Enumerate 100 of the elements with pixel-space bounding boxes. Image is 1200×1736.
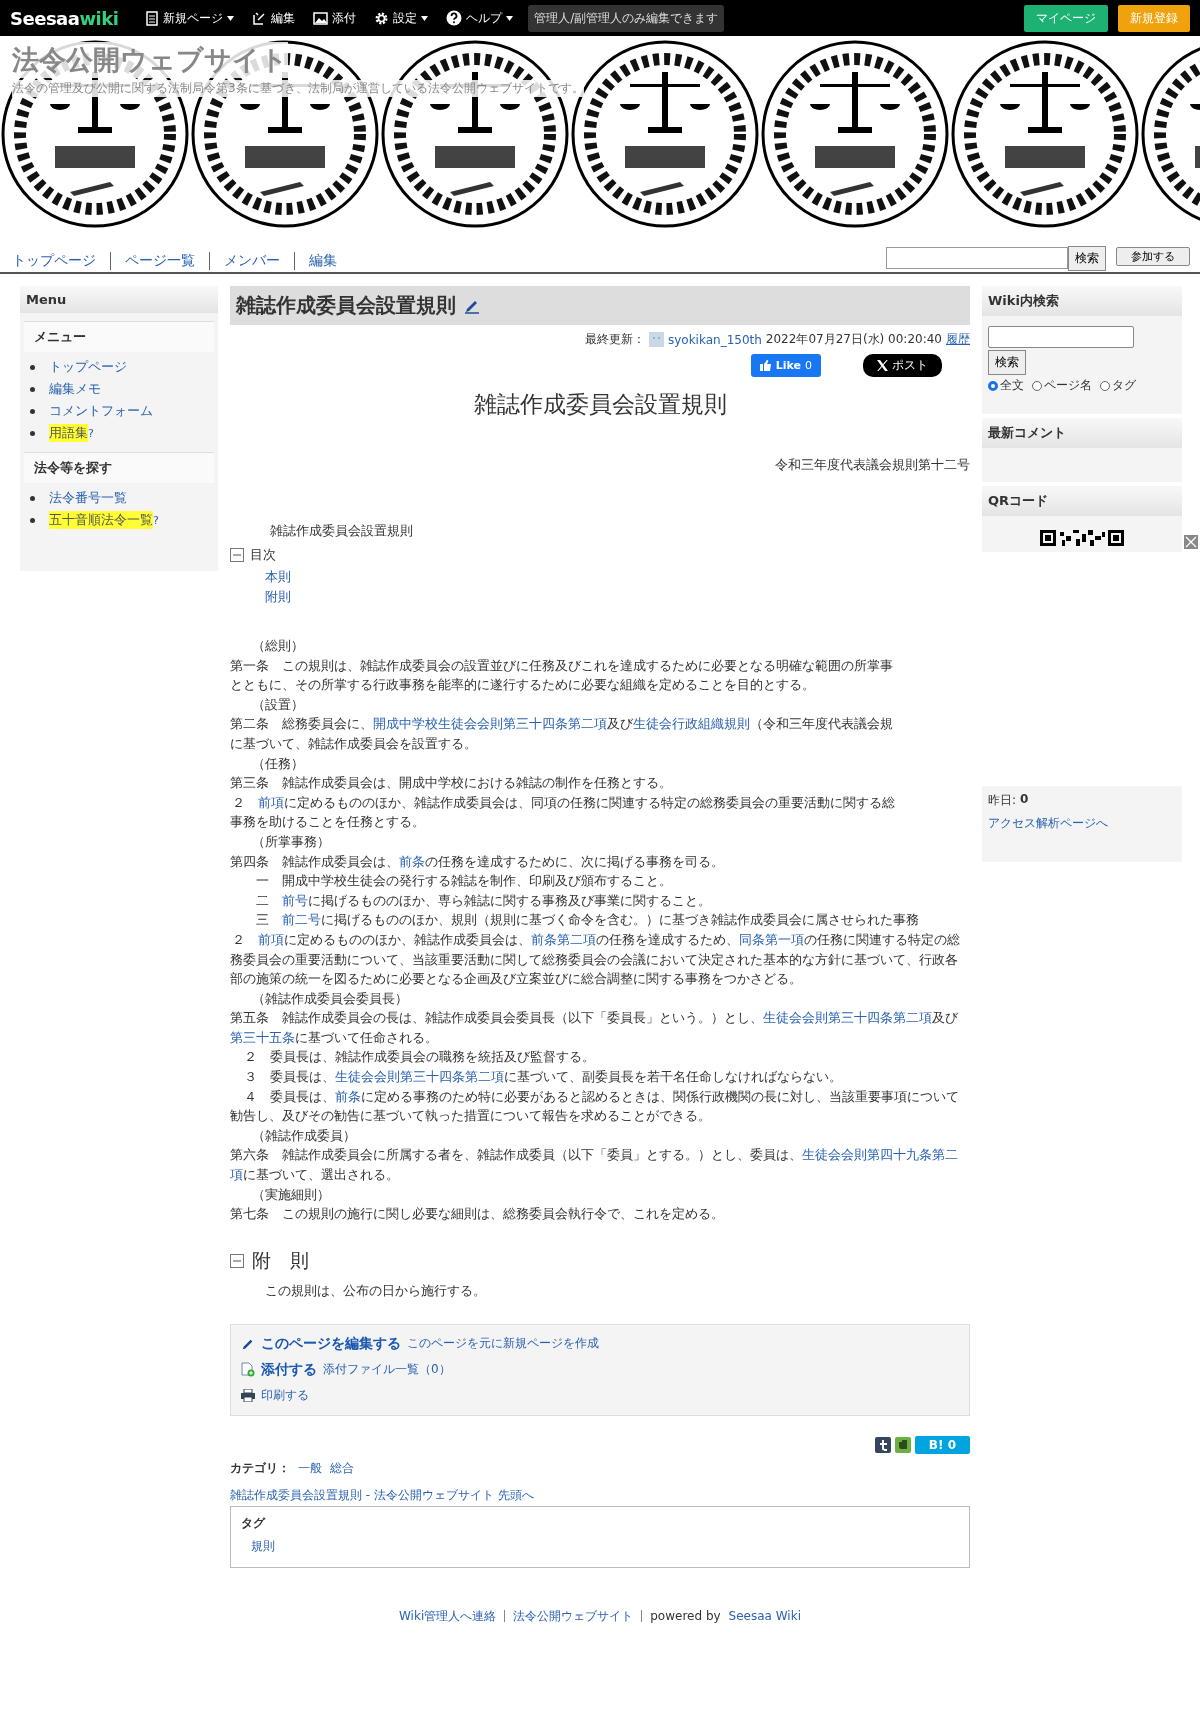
- author-link[interactable]: syokikan_150th: [667, 332, 762, 347]
- collapse-toggle[interactable]: [230, 548, 244, 562]
- law-reference-link[interactable]: 生徒会会則第三十四条第二項: [335, 1069, 504, 1085]
- radio-option[interactable]: 全文: [988, 377, 1024, 394]
- updated-date: 2022年07月27日(水) 00:20:40: [765, 331, 942, 348]
- search-button[interactable]: 検索: [988, 350, 1026, 375]
- tag-heading: タグ: [241, 1514, 267, 1532]
- bullet-icon: [30, 517, 35, 523]
- edit-icon: [252, 10, 268, 26]
- law-text-line: （雑誌作成委員）: [251, 1126, 357, 1145]
- footer-link[interactable]: Seesaa Wiki: [728, 1609, 801, 1624]
- nav-link[interactable]: メンバー: [209, 252, 294, 270]
- seesaa-wiki-logo[interactable]: Seesaawiki: [10, 7, 119, 29]
- attach-link[interactable]: 添付する: [261, 1360, 317, 1379]
- panel-title: 最新コメント: [982, 418, 1182, 448]
- document-icon: [145, 10, 160, 26]
- stat-label: 昨日:: [988, 792, 1017, 809]
- law-reference-link[interactable]: 前号: [282, 892, 308, 908]
- law-reference-link[interactable]: 同条第一項: [739, 931, 804, 947]
- missing-page-label: 用語集: [49, 424, 88, 442]
- law-reference-link[interactable]: 生徒会行政組織規則: [633, 716, 750, 732]
- help-icon: [446, 10, 463, 26]
- category-link[interactable]: 総合: [330, 1459, 354, 1477]
- category-link[interactable]: 一般: [298, 1459, 322, 1477]
- bullet-icon: [30, 364, 35, 370]
- toolbar-menu[interactable]: ヘルプ: [439, 9, 521, 27]
- panel-title: QRコード: [982, 486, 1182, 516]
- like-button[interactable]: Like 0: [750, 354, 821, 377]
- law-reference-link[interactable]: 前条: [399, 853, 425, 869]
- menu-link[interactable]: コメントフォーム: [49, 402, 153, 420]
- law-reference-link[interactable]: 前項: [258, 931, 284, 947]
- law-reference-link[interactable]: 前条第二項: [531, 931, 596, 947]
- provision-text: この規則は、公布の日から施行する。: [265, 1281, 487, 1300]
- create-page-link[interactable]: ?: [88, 426, 94, 440]
- nav-link[interactable]: トップページ: [10, 252, 110, 270]
- print-link[interactable]: 印刷する: [261, 1387, 309, 1405]
- search-field[interactable]: [886, 247, 1068, 269]
- attachment-list-link[interactable]: 添付ファイル一覧（0）: [323, 1361, 451, 1379]
- law-text-line: 部の施策の統一を図るために必要となる企画及び立案並びに総合調整に関する事務をつかさどる。: [230, 970, 803, 989]
- bullet-icon: [30, 495, 35, 501]
- law-text-line: ２ 前項に定めるもののほか、雑誌作成委員会は、前条第二項の任務を達成するため、同条第一項の任務に関連する特定の総: [231, 930, 961, 949]
- toc-link[interactable]: 本則: [265, 568, 970, 586]
- law-text-line: 第七条 この規則の施行に関し必要な細則は、総務委員会執行令で、これを定める。: [230, 1205, 725, 1224]
- nav-link[interactable]: ページ一覧: [110, 252, 209, 270]
- law-text-line: 第四条 雑誌作成委員会は、前条の任務を達成するために、次に掲げる事務を司る。: [230, 852, 725, 871]
- radio-option[interactable]: タグ: [1100, 377, 1136, 394]
- history-link[interactable]: 履歴: [946, 331, 970, 348]
- menu-link[interactable]: 編集メモ: [49, 380, 101, 398]
- access-analysis-link[interactable]: アクセス解析ページへ: [988, 815, 1176, 832]
- footer-link[interactable]: Wiki管理人へ連絡: [399, 1607, 497, 1625]
- toc-link[interactable]: 附則: [265, 588, 970, 606]
- law-text-line: ３ 委員長は、生徒会会則第三十四条第二項に基づいて、副委員長を若干名任命しなければならない。: [243, 1068, 843, 1087]
- post-button[interactable]: ポスト: [863, 354, 942, 377]
- law-title: 雑誌作成委員会設置規則: [472, 390, 728, 419]
- tumblr-icon[interactable]: [874, 1436, 891, 1453]
- law-text-line: （実施細則）: [251, 1185, 331, 1204]
- law-text-line: ２ 委員長は、雑誌作成委員会の職務を統括及び監督する。: [243, 1048, 596, 1067]
- toolbar-menu[interactable]: 設定: [367, 9, 436, 27]
- page-title: 雑誌作成委員会設置規則: [236, 292, 456, 319]
- toolbar-menu[interactable]: 編集: [245, 9, 303, 27]
- menu-link[interactable]: トップページ: [49, 358, 127, 376]
- close-icon[interactable]: [1184, 535, 1198, 549]
- law-reference-link[interactable]: 生徒会会則第三十四条第二項: [763, 1010, 932, 1026]
- toc-title: 目次: [250, 546, 276, 564]
- footer-link[interactable]: 法令公開ウェブサイト: [513, 1607, 634, 1625]
- edit-permission-notice: 管理人/副管理人のみ編集できます: [528, 4, 725, 32]
- law-reference-link[interactable]: 生徒会会則第四十九条第二: [802, 1147, 958, 1163]
- menu-link[interactable]: 法令番号一覧: [49, 489, 127, 507]
- law-text-line: 第三条 雑誌作成委員会は、開成中学校における雑誌の制作を任務とする。: [230, 774, 673, 793]
- law-reference-link[interactable]: 前二号: [282, 912, 321, 928]
- law-reference-link[interactable]: 第三十五条: [230, 1029, 295, 1045]
- law-text-line: （総則）: [251, 637, 305, 655]
- search-field[interactable]: [988, 326, 1134, 348]
- law-text-line: ２ 前項に定めるもののほか、雑誌作成委員会は、同項の任務に関連する特定の総務委員会の重要活動に関する総: [231, 793, 896, 812]
- law-reference-link[interactable]: 前条: [335, 1088, 361, 1104]
- site-title[interactable]: 法令公開ウェブサイト: [12, 42, 288, 78]
- nav-link[interactable]: 編集: [294, 252, 351, 270]
- law-reference-link[interactable]: 前項: [258, 794, 284, 810]
- page-link[interactable]: 雑誌作成委員会設置規則 - 法令公開ウェブサイト: [230, 1486, 494, 1504]
- toolbar-menu[interactable]: 添付: [306, 9, 364, 27]
- search-button[interactable]: 検索: [1068, 245, 1106, 271]
- law-text-line: （所掌事務）: [251, 832, 331, 851]
- join-button[interactable]: 参加する: [1116, 246, 1190, 266]
- section-heading: メニュー: [24, 321, 214, 352]
- law-text-line: ４ 委員長は、前条に定める事務のため特に必要があると認めるときは、関係行政機関の長に対し、当該重要事項について: [243, 1087, 960, 1106]
- law-text-line: （任務）: [251, 754, 305, 773]
- missing-page-label: 五十音順法令一覧: [49, 511, 153, 529]
- toolbar-menu[interactable]: 新規ページ: [138, 9, 242, 27]
- caret-icon: [421, 15, 429, 21]
- create-page-link[interactable]: ?: [153, 513, 159, 527]
- new-page-link[interactable]: このページを元に新規ページを作成: [407, 1335, 599, 1353]
- radio-option[interactable]: ページ名: [1032, 377, 1092, 394]
- collapse-toggle[interactable]: [230, 1253, 244, 1268]
- top-link[interactable]: 先頭へ: [497, 1486, 534, 1504]
- tag-link[interactable]: 規則: [241, 1537, 959, 1555]
- site-description: 法令の管理及び公開に関する法制局令第3条に基づき、法制局が運営している法令公開ウェブサイトです。: [12, 80, 584, 97]
- law-reference-link[interactable]: 項: [230, 1167, 243, 1183]
- edit-page-link[interactable]: このページを編集する: [261, 1334, 401, 1353]
- law-reference-link[interactable]: 開成中学校生徒会会則第三十四条第二項: [373, 716, 607, 732]
- x-logo-icon: [877, 360, 888, 371]
